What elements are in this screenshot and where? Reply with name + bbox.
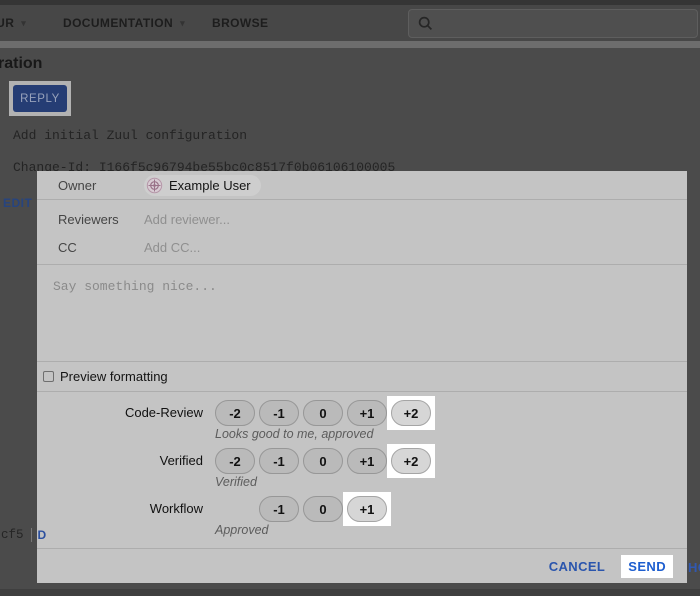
search-input[interactable] [439, 10, 697, 37]
reply-button[interactable]: REPLY [13, 85, 67, 112]
vote-row-verified: Verified -2 -1 0 +1 +2 [37, 448, 687, 474]
vote-button-minus1[interactable]: -1 [259, 448, 299, 474]
vote-button-plus1[interactable]: +1 [347, 400, 387, 426]
page-title-fragment: ration [0, 55, 42, 73]
patchset-info-fragment: cf5 D [1, 528, 47, 542]
vote-button-zero[interactable]: 0 [303, 448, 343, 474]
add-cc-input[interactable] [144, 240, 524, 255]
edit-link[interactable]: EDIT [3, 196, 32, 210]
owner-label: Owner [58, 178, 144, 193]
preview-checkbox-label: Preview formatting [60, 369, 168, 384]
vote-description: Approved [215, 522, 687, 538]
vote-button-plus1[interactable]: +1 [347, 496, 387, 522]
vote-section: Code-Review -2 -1 0 +1 +2 Looks good to … [37, 392, 687, 549]
commit-sha-fragment: cf5 [1, 528, 24, 542]
highlight-box: +1 [347, 496, 387, 522]
send-button-highlight: SEND [621, 555, 673, 578]
cc-row: CC [37, 237, 687, 257]
vote-button-plus2[interactable]: +2 [391, 400, 431, 426]
reply-message-textarea[interactable] [37, 265, 687, 361]
vote-row-code-review: Code-Review -2 -1 0 +1 +2 [37, 400, 687, 426]
preview-formatting-row: Preview formatting [37, 362, 687, 392]
vote-button-plus2[interactable]: +2 [391, 448, 431, 474]
send-button[interactable]: SEND [628, 559, 666, 574]
reply-dialog: Owner Example User Reviewers CC Preview … [37, 171, 687, 583]
avatar [146, 177, 163, 194]
vote-button-zero[interactable]: 0 [303, 400, 343, 426]
reviewers-row: Reviewers [37, 209, 687, 229]
nav-item-browse[interactable]: BROWSE [212, 16, 268, 30]
divider [31, 528, 32, 542]
vote-label: Workflow [37, 496, 215, 522]
header-bottom-band [0, 41, 700, 48]
chevron-down-icon: ▾ [180, 18, 185, 28]
vote-description: Looks good to me, approved [215, 426, 687, 442]
nav-item-your[interactable]: YOUR▾ [0, 16, 26, 30]
vote-label: Code-Review [37, 400, 215, 426]
chevron-down-icon: ▾ [21, 18, 26, 28]
download-link-fragment[interactable]: D [38, 528, 47, 542]
background-link-fragment[interactable]: HO [688, 560, 700, 575]
cancel-button[interactable]: CANCEL [549, 559, 606, 574]
message-box [37, 265, 687, 362]
vote-button-zero[interactable]: 0 [303, 496, 343, 522]
preview-checkbox[interactable] [43, 371, 54, 382]
commit-subject: Add initial Zuul configuration [13, 128, 247, 143]
owner-chip[interactable]: Example User [144, 175, 261, 196]
vote-button-minus1[interactable]: -1 [259, 400, 299, 426]
vote-button-minus2[interactable]: -2 [215, 448, 255, 474]
bottom-row-band [0, 589, 700, 596]
vote-label: Verified [37, 448, 215, 474]
add-reviewer-input[interactable] [144, 212, 524, 227]
highlight-box: +2 [391, 448, 431, 474]
recipient-fields: Reviewers CC [37, 200, 687, 265]
reviewers-label: Reviewers [58, 212, 144, 227]
nav-item-documentation[interactable]: DOCUMENTATION▾ [63, 16, 185, 30]
search-box[interactable] [408, 9, 698, 38]
vote-button-minus1[interactable]: -1 [259, 496, 299, 522]
vote-row-workflow: Workflow -1 0 +1 [37, 496, 687, 522]
vote-description: Verified [215, 474, 687, 490]
owner-name: Example User [169, 178, 251, 193]
dialog-actions: CANCEL SEND [37, 549, 687, 583]
vote-button-minus2[interactable]: -2 [215, 400, 255, 426]
cc-label: CC [58, 240, 144, 255]
highlight-box: +2 [391, 400, 431, 426]
vote-button-plus1[interactable]: +1 [347, 448, 387, 474]
owner-row: Owner Example User [37, 171, 687, 200]
reply-button-highlight: REPLY [9, 81, 71, 116]
search-icon [418, 16, 433, 31]
